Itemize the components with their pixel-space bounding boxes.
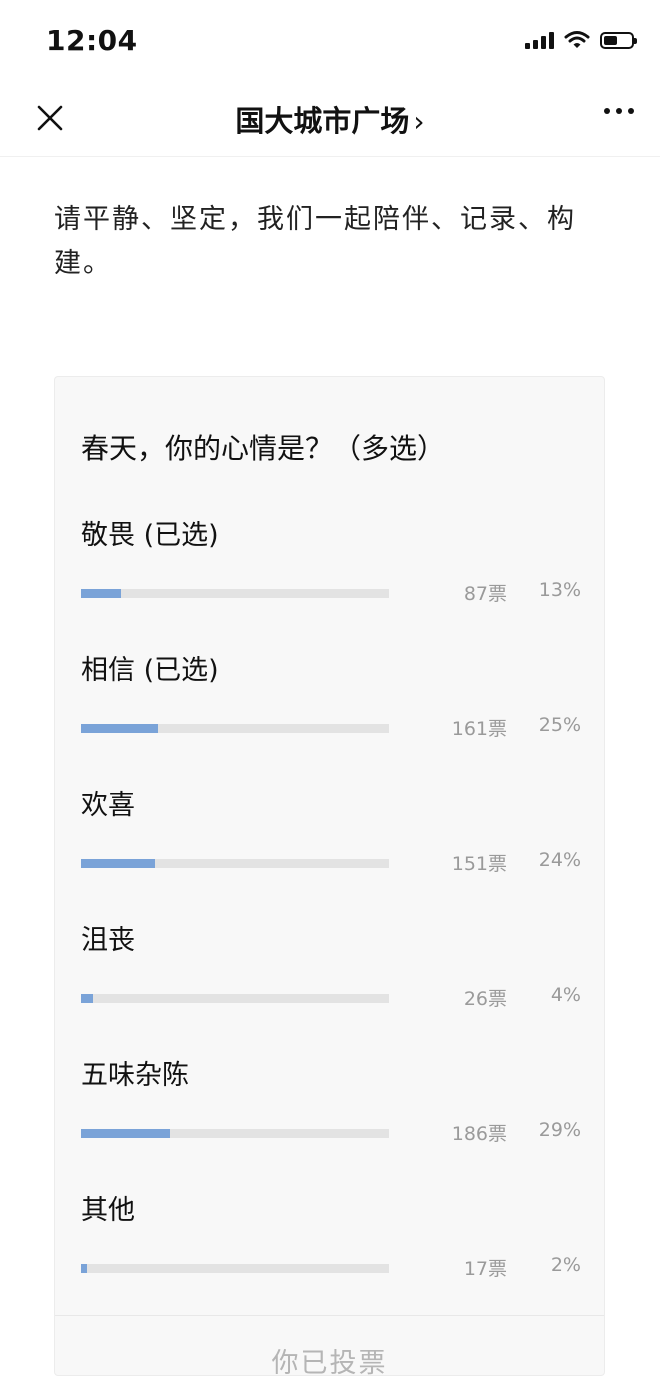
option-bar xyxy=(81,994,389,1003)
intro-text: 请平静、坚定，我们一起陪伴、记录、构建。 xyxy=(54,204,576,279)
status-icons xyxy=(525,30,637,50)
poll-option[interactable]: 其他 17票 2% xyxy=(81,1188,581,1308)
option-bar-fill xyxy=(81,859,155,868)
option-label: 欢喜 xyxy=(81,790,135,821)
option-votes: 151票 xyxy=(451,853,507,875)
option-bar-fill xyxy=(81,589,122,598)
option-votes: 87票 xyxy=(463,583,507,605)
poll-option[interactable]: 五味杂陈 186票 29% xyxy=(81,1053,581,1173)
wifi-icon xyxy=(564,31,590,48)
option-bar xyxy=(81,1129,389,1138)
option-bar-fill xyxy=(81,724,158,733)
option-percent: 2% xyxy=(550,1254,581,1276)
option-votes: 186票 xyxy=(451,1123,507,1145)
divider xyxy=(55,1315,604,1316)
voted-status: 你已投票 xyxy=(271,1348,388,1379)
more-icon xyxy=(604,108,610,114)
option-percent: 29% xyxy=(538,1119,581,1141)
poll-question: 春天，你的心情是？（多选） xyxy=(81,432,446,465)
option-percent: 4% xyxy=(550,984,581,1006)
battery-icon xyxy=(600,31,637,49)
option-bar xyxy=(81,859,389,868)
chevron-right-icon: › xyxy=(413,105,425,138)
option-label: 五味杂陈 xyxy=(81,1060,189,1091)
page-title: 国大城市广场 xyxy=(235,104,410,138)
poll-card: 春天，你的心情是？（多选） 敬畏 (已选) 87票 13% 相信 (已选) 16… xyxy=(54,376,605,1379)
option-label: 沮丧 xyxy=(81,925,135,956)
more-button[interactable] xyxy=(604,108,634,114)
option-percent: 24% xyxy=(538,849,581,871)
option-bar xyxy=(81,724,389,733)
option-bar xyxy=(81,589,389,598)
status-time: 12:04 xyxy=(46,24,138,57)
option-votes: 17票 xyxy=(463,1258,507,1280)
page-title-link[interactable]: 国大城市广场 › xyxy=(0,98,660,140)
option-label: 相信 (已选) xyxy=(81,655,219,686)
option-votes: 26票 xyxy=(463,988,507,1010)
option-percent: 25% xyxy=(538,714,581,736)
option-bar xyxy=(81,1264,389,1273)
option-votes: 161票 xyxy=(451,718,507,740)
poll-option[interactable]: 相信 (已选) 161票 25% xyxy=(81,648,581,768)
option-bar-fill xyxy=(81,1129,171,1138)
option-bar-fill xyxy=(81,1264,88,1273)
poll-option[interactable]: 沮丧 26票 4% xyxy=(81,918,581,1038)
option-label: 其他 xyxy=(81,1195,135,1226)
nav-bar: 国大城市广场 › xyxy=(0,80,660,157)
option-label: 敬畏 (已选) xyxy=(81,520,219,551)
poll-option[interactable]: 欢喜 151票 24% xyxy=(81,783,581,903)
poll-option[interactable]: 敬畏 (已选) 87票 13% xyxy=(81,513,581,633)
option-bar-fill xyxy=(81,994,94,1003)
signal-icon xyxy=(525,31,554,49)
status-bar: 12:04 xyxy=(0,0,660,80)
option-percent: 13% xyxy=(538,579,581,601)
